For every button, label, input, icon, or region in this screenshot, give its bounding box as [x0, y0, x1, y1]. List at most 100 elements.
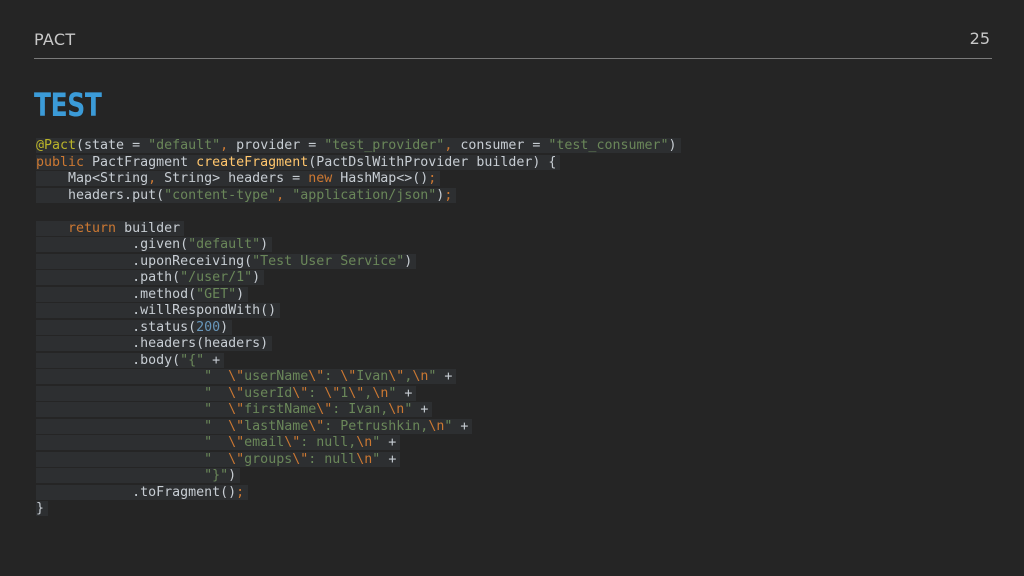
code-token: groups: [244, 451, 293, 467]
code-line: return builder: [36, 220, 681, 238]
code-token: ": [204, 435, 229, 450]
code-token: .method(: [36, 286, 197, 302]
code-token: \": [348, 385, 365, 401]
code-line: " \"email\": null,\n" +: [36, 435, 681, 452]
code-token: headers.put(: [36, 187, 165, 203]
page-number: 25: [969, 29, 990, 48]
code-token: ,: [148, 171, 165, 186]
code-token: \": [228, 385, 245, 401]
code-token: ": [404, 402, 421, 417]
code-line: .toFragment();: [36, 484, 681, 502]
code-token: .headers(headers): [36, 336, 269, 351]
code-token: \": [228, 402, 245, 417]
code-line: "}"): [36, 468, 681, 485]
code-token: \n: [372, 385, 389, 401]
code-token: new: [308, 171, 341, 186]
code-token: \": [324, 385, 341, 401]
code-token: ,: [220, 138, 237, 153]
code-token: .given(: [36, 237, 189, 252]
code-token: +: [420, 402, 429, 417]
code-token: ": [444, 418, 461, 434]
code-token: ": [204, 418, 229, 434]
code-token: ": [372, 451, 389, 467]
code-token: ,: [276, 187, 293, 203]
code-token: ;: [236, 484, 245, 500]
code-token: ): [260, 237, 269, 252]
header-divider: [34, 58, 992, 59]
code-token: \n: [388, 402, 405, 417]
code-token: \": [388, 369, 405, 384]
code-token: ): [252, 270, 261, 285]
code-token: +: [404, 385, 413, 401]
code-token: "content-type": [164, 187, 277, 203]
code-token: userId: [244, 385, 293, 401]
code-token: ": [204, 385, 229, 401]
code-token: +: [212, 352, 221, 368]
code-token: Ivan: [356, 369, 389, 384]
code-token: lastName: [244, 418, 309, 434]
code-token: :: [324, 369, 341, 384]
code-line: .status(200): [36, 319, 681, 337]
code-token: ): [404, 253, 413, 269]
code-line: @Pact(state = "default", provider = "tes…: [36, 138, 681, 155]
code-token: "Test User Service": [252, 253, 405, 269]
code-token: createFragment: [196, 154, 309, 170]
code-token: .status(: [36, 319, 197, 335]
code-token: public: [36, 154, 93, 170]
code-token: ": [204, 451, 229, 467]
code-token: \": [228, 451, 245, 467]
code-token: +: [388, 435, 397, 450]
code-line: .willRespondWith(): [36, 303, 681, 320]
code-token: "default": [188, 237, 261, 252]
code-line: Map<String, String> headers = new HashMa…: [36, 171, 681, 188]
code-token: (PactDslWithProvider builder) {: [308, 154, 557, 170]
code-token: .body(: [36, 352, 181, 368]
header-label: PACT: [34, 30, 76, 49]
code-line: .given("default"): [36, 237, 681, 254]
code-token: 200: [196, 319, 221, 335]
code-token: ): [668, 138, 677, 153]
code-token: provider =: [236, 138, 325, 153]
code-token: \": [228, 418, 245, 434]
code-token: "default": [148, 138, 221, 153]
code-block: @Pact(state = "default", provider = "tes…: [36, 138, 681, 518]
code-token: ): [228, 468, 237, 483]
slide: PACT 25 TEST @Pact(state = "default", pr…: [0, 0, 1024, 576]
code-line: " \"firstName\": Ivan,\n" +: [36, 402, 681, 419]
code-line: .body("{" +: [36, 352, 681, 370]
code-token: "test_provider": [324, 138, 445, 153]
code-token: "}": [204, 468, 229, 483]
code-token: ;: [444, 187, 453, 203]
code-token: ;: [428, 171, 437, 186]
code-token: \n: [356, 451, 373, 467]
code-line: headers.put("content-type", "application…: [36, 187, 681, 205]
code-token: \": [308, 418, 325, 434]
code-token: \": [340, 369, 357, 384]
code-token: userName: [244, 369, 309, 384]
slide-title: TEST: [34, 86, 102, 124]
code-line: .path("/user/1"): [36, 270, 681, 287]
code-token: @Pact: [36, 138, 77, 153]
code-token: }: [36, 501, 45, 516]
code-token: ,: [444, 138, 461, 153]
code-token: \": [292, 451, 309, 467]
code-token: \": [228, 369, 245, 384]
code-token: : Ivan,: [332, 402, 389, 417]
code-token: .toFragment(): [36, 484, 237, 500]
code-line: .uponReceiving("Test User Service"): [36, 253, 681, 271]
code-token: \": [284, 435, 301, 450]
code-token: \": [308, 369, 325, 384]
code-token: return: [36, 220, 125, 236]
code-token: : null: [308, 451, 357, 467]
code-token: .uponReceiving(: [36, 253, 253, 269]
code-token: \": [316, 402, 333, 417]
code-token: +: [460, 418, 469, 434]
code-token: +: [388, 451, 397, 467]
